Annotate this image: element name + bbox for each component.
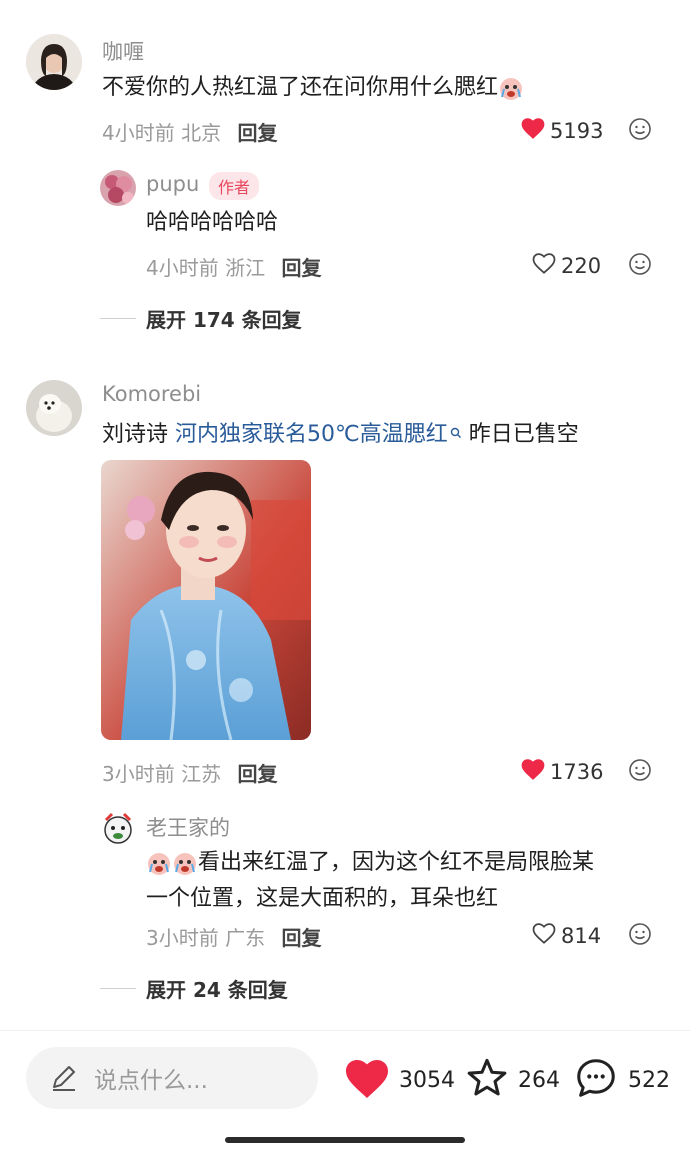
reply-button[interactable]: 回复 <box>237 121 277 145</box>
divider <box>100 988 136 989</box>
star-outline-icon <box>464 1055 510 1105</box>
comment-text-suffix: 昨日已售空 <box>461 422 579 447</box>
bottom-divider <box>0 1030 690 1031</box>
speech-bubble-icon <box>572 1055 620 1105</box>
comments-button[interactable]: 522 <box>572 1055 670 1105</box>
like-count: 1736 <box>550 759 604 784</box>
comment-count: 522 <box>628 1067 670 1093</box>
reply-text: 看出来红温了，因为这个红不是局限脸某 一个位置，这是大面积的，耳朵也红 <box>146 845 594 917</box>
like-count: 220 <box>561 253 602 278</box>
like-button[interactable]: 220 <box>531 251 601 280</box>
heart-filled-icon <box>343 1056 391 1104</box>
avatar[interactable] <box>100 810 136 846</box>
post-like-count: 3054 <box>399 1067 455 1093</box>
reply-button[interactable]: 回复 <box>281 926 321 950</box>
divider <box>100 318 136 319</box>
comment-input[interactable]: 说点什么... <box>26 1047 318 1109</box>
reply-username[interactable]: pupu <box>146 172 199 196</box>
comment-input-placeholder: 说点什么... <box>94 1068 208 1094</box>
comment-meta: 4小时前 北京 回复 <box>102 117 277 146</box>
reply-text: 哈哈哈哈哈哈 <box>146 210 279 235</box>
avatar[interactable] <box>100 170 136 206</box>
crying-face-icon <box>498 75 524 101</box>
like-button[interactable]: 814 <box>531 921 601 950</box>
reply-location: 广东 <box>225 926 266 950</box>
expand-replies[interactable]: 展开 174 条回复 <box>100 304 302 333</box>
reply-meta: 4小时前 浙江 回复 <box>146 252 321 281</box>
reply-username[interactable]: 老王家的 <box>146 812 230 842</box>
reply-button[interactable]: 回复 <box>281 256 321 280</box>
comment-text: 刘诗诗 河内独家联名50℃高温腮红 昨日已售空 <box>102 417 579 453</box>
expand-replies[interactable]: 展开 24 条回复 <box>100 974 288 1003</box>
post-like-button[interactable]: 3054 <box>343 1056 455 1104</box>
expand-replies-label: 展开 24 条回复 <box>146 978 288 1002</box>
favorite-button[interactable]: 264 <box>464 1055 560 1105</box>
author-badge: 作者 <box>209 172 260 200</box>
reply-time: 4小时前 <box>146 256 219 280</box>
pencil-icon <box>48 1062 80 1094</box>
comment-meta: 3小时前 江苏 回复 <box>102 758 277 787</box>
reply-location: 浙江 <box>225 256 266 280</box>
crying-face-icon <box>172 850 198 876</box>
crying-face-icon <box>146 850 172 876</box>
emoji-reaction-icon[interactable] <box>628 252 652 280</box>
comment-image[interactable] <box>101 460 311 740</box>
like-count: 814 <box>561 923 602 948</box>
home-indicator[interactable] <box>225 1137 465 1143</box>
product-link[interactable]: 河内独家联名50℃高温腮红 <box>175 422 448 447</box>
favorite-count: 264 <box>518 1067 560 1093</box>
reply-text-line-1: 看出来红温了，因为这个红不是局限脸某 <box>146 845 594 881</box>
comment-time: 4小时前 <box>102 121 175 145</box>
like-count: 5193 <box>550 118 604 143</box>
comment-time: 3小时前 <box>102 762 175 786</box>
like-button[interactable]: 5193 <box>520 116 603 145</box>
search-icon[interactable] <box>450 417 462 453</box>
avatar[interactable] <box>26 380 82 436</box>
emoji-reaction-icon[interactable] <box>628 922 652 950</box>
reply-text-content: 看出来红温了，因为这个红不是局限脸某 <box>198 850 595 875</box>
comment-location: 江苏 <box>181 762 222 786</box>
reply-text-line-2: 一个位置，这是大面积的，耳朵也红 <box>146 886 499 911</box>
comment-location: 北京 <box>181 121 222 145</box>
comment-username[interactable]: 咖喱 <box>102 36 144 66</box>
comment-text-prefix: 刘诗诗 <box>102 422 175 447</box>
like-button[interactable]: 1736 <box>520 757 603 786</box>
comment-text-content: 不爱你的人热红温了还在问你用什么腮红 <box>102 75 499 100</box>
emoji-reaction-icon[interactable] <box>628 117 652 145</box>
heart-filled-icon <box>520 116 546 145</box>
reply-button[interactable]: 回复 <box>237 762 277 786</box>
heart-outline-icon <box>531 251 557 280</box>
reply-meta: 3小时前 广东 回复 <box>146 922 321 951</box>
comment-text: 不爱你的人热红温了还在问你用什么腮红 <box>102 70 524 106</box>
avatar[interactable] <box>26 34 82 90</box>
heart-filled-icon <box>520 757 546 786</box>
expand-replies-label: 展开 174 条回复 <box>146 308 302 332</box>
emoji-reaction-icon[interactable] <box>628 758 652 786</box>
reply-time: 3小时前 <box>146 926 219 950</box>
comment-username[interactable]: Komorebi <box>102 382 201 406</box>
heart-outline-icon <box>531 921 557 950</box>
